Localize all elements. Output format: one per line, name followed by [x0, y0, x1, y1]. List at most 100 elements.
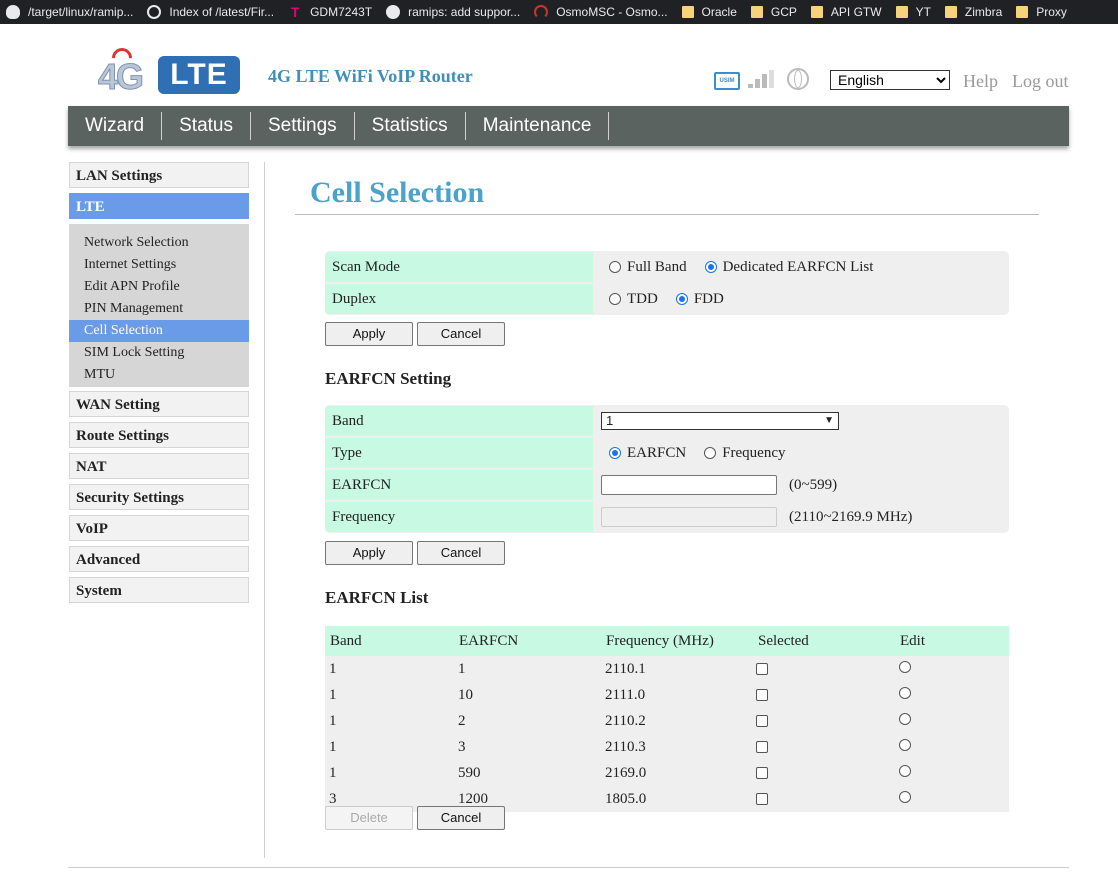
cell-frequency: 1805.0	[601, 786, 753, 812]
bookmark-folder-gcp[interactable]: GCP	[745, 0, 805, 24]
edit-radio[interactable]	[899, 686, 911, 699]
nav-settings[interactable]: Settings	[251, 112, 355, 140]
scan-mode-dedicated-label: Dedicated EARFCN List	[722, 258, 874, 275]
frequency-row: Frequency (2110~2169.9 MHz)	[325, 501, 1009, 533]
edit-radio[interactable]	[899, 764, 911, 777]
cell-earfcn: 2	[454, 708, 601, 734]
sidebar-lte-submenu: Network Selection Internet Settings Edit…	[69, 224, 249, 387]
delete-button[interactable]: Delete	[325, 806, 413, 830]
selected-checkbox[interactable]	[756, 715, 768, 728]
sidebar-item-security-settings[interactable]: Security Settings	[69, 484, 249, 510]
sidebar-item-nat[interactable]: NAT	[69, 453, 249, 479]
bookmark-folder-oracle[interactable]: Oracle	[676, 0, 745, 24]
cell-frequency: 2169.0	[601, 760, 753, 786]
bookmark-folder-api-gtw[interactable]: API GTW	[805, 0, 890, 24]
scan-mode-row: Scan Mode Full Band Dedicated EARFCN Lis…	[325, 251, 1009, 283]
edit-radio[interactable]	[899, 738, 911, 751]
sidebar-subitem-network-selection[interactable]: Network Selection	[69, 232, 249, 254]
nav-statistics[interactable]: Statistics	[355, 112, 466, 140]
footer-divider	[68, 867, 1069, 868]
table-row: 1 1 2110.1	[325, 656, 1009, 682]
band-select[interactable]: 1 ▼	[601, 412, 839, 430]
sidebar-item-lan-settings[interactable]: LAN Settings	[69, 162, 249, 188]
page-title: Cell Selection	[310, 176, 485, 209]
sidebar-subitem-cell-selection[interactable]: Cell Selection	[69, 320, 249, 342]
tmobile-icon: T	[290, 4, 300, 20]
column-band: Band	[325, 626, 454, 656]
earfcn-row: EARFCN (0~599)	[325, 469, 1009, 501]
earfcn-apply-button[interactable]: Apply	[325, 541, 413, 565]
sidebar-item-system[interactable]: System	[69, 577, 249, 603]
scan-mode-dedicated-radio[interactable]	[704, 261, 717, 273]
selected-checkbox[interactable]	[756, 767, 768, 780]
duplex-fdd-radio[interactable]	[675, 293, 688, 305]
folder-icon	[1016, 6, 1029, 18]
bookmark-openwrt[interactable]: /target/linux/ramip...	[0, 0, 141, 24]
cell-earfcn: 590	[454, 760, 601, 786]
sidebar-item-voip[interactable]: VoIP	[69, 515, 249, 541]
selected-checkbox[interactable]	[756, 663, 768, 676]
band-label: Band	[325, 406, 593, 436]
cell-earfcn: 1	[454, 656, 601, 682]
edit-radio[interactable]	[899, 790, 911, 803]
edit-radio[interactable]	[899, 712, 911, 725]
chevron-down-icon: ▼	[824, 415, 834, 426]
language-select[interactable]: English	[830, 70, 950, 90]
internet-globe-icon	[787, 68, 809, 90]
cell-frequency: 2110.2	[601, 708, 753, 734]
list-cancel-button[interactable]: Cancel	[417, 806, 505, 830]
cell-band: 1	[325, 682, 454, 708]
sidebar-subitem-sim-lock-setting[interactable]: SIM Lock Setting	[69, 342, 249, 364]
help-link[interactable]: Help	[963, 71, 998, 92]
scan-mode-full-band-label: Full Band	[627, 258, 687, 275]
scan-apply-button[interactable]: Apply	[325, 322, 413, 346]
selected-checkbox[interactable]	[756, 689, 768, 702]
cell-frequency: 2111.0	[601, 682, 753, 708]
nav-wizard[interactable]: Wizard	[68, 112, 163, 140]
column-earfcn: EARFCN	[454, 626, 601, 656]
folder-icon	[895, 6, 908, 18]
earfcn-input[interactable]	[601, 475, 777, 495]
earfcn-cancel-button[interactable]: Cancel	[417, 541, 505, 565]
scan-mode-full-band-radio[interactable]	[609, 261, 621, 273]
band-select-value: 1	[606, 413, 614, 428]
duplex-tdd-radio[interactable]	[609, 293, 621, 305]
bookmark-folder-zimbra[interactable]: Zimbra	[939, 0, 1010, 24]
edit-radio[interactable]	[899, 660, 911, 673]
globe-icon	[147, 5, 162, 19]
frequency-input[interactable]	[601, 507, 777, 527]
sidebar-item-advanced[interactable]: Advanced	[69, 546, 249, 572]
logout-link[interactable]: Log out	[1012, 71, 1069, 92]
table-row: 1 10 2111.0	[325, 682, 1009, 708]
sidebar-divider	[264, 162, 265, 858]
bookmark-folder-yt[interactable]: YT	[890, 0, 939, 24]
sidebar-subitem-mtu[interactable]: MTU	[69, 364, 249, 386]
duplex-row: Duplex TDD FDD	[325, 283, 1009, 315]
bookmark-gdm7243t[interactable]: T GDM7243T	[282, 0, 380, 24]
bookmark-index-latest[interactable]: Index of /latest/Fir...	[141, 0, 282, 24]
selected-checkbox[interactable]	[756, 793, 768, 806]
table-row: 1 590 2169.0	[325, 760, 1009, 786]
sidebar-item-route-settings[interactable]: Route Settings	[69, 422, 249, 448]
cell-frequency: 2110.3	[601, 734, 753, 760]
bookmark-osmomsc[interactable]: OsmoMSC - Osmo...	[528, 0, 675, 24]
selected-checkbox[interactable]	[756, 741, 768, 754]
cell-frequency: 2110.1	[601, 656, 753, 682]
nav-status[interactable]: Status	[162, 112, 251, 140]
type-earfcn-radio[interactable]	[609, 447, 621, 459]
scan-cancel-button[interactable]: Cancel	[417, 322, 505, 346]
table-header-row: Band EARFCN Frequency (MHz) Selected Edi…	[325, 626, 1009, 656]
sidebar-subitem-edit-apn-profile[interactable]: Edit APN Profile	[69, 276, 249, 298]
bookmark-folder-proxy[interactable]: Proxy	[1010, 0, 1075, 24]
sidebar-subitem-internet-settings[interactable]: Internet Settings	[69, 254, 249, 276]
sidebar-item-wan-setting[interactable]: WAN Setting	[69, 391, 249, 417]
cell-band: 1	[325, 760, 454, 786]
usim-icon: USIM	[714, 72, 740, 90]
type-frequency-radio[interactable]	[704, 447, 717, 459]
bookmark-ramips[interactable]: ramips: add suppor...	[380, 0, 528, 24]
sidebar-subitem-pin-management[interactable]: PIN Management	[69, 298, 249, 320]
type-frequency-label: Frequency	[722, 444, 786, 461]
sidebar-item-lte[interactable]: LTE	[69, 193, 249, 219]
product-name: 4G LTE WiFi VoIP Router	[268, 66, 473, 86]
nav-maintenance[interactable]: Maintenance	[466, 112, 610, 140]
